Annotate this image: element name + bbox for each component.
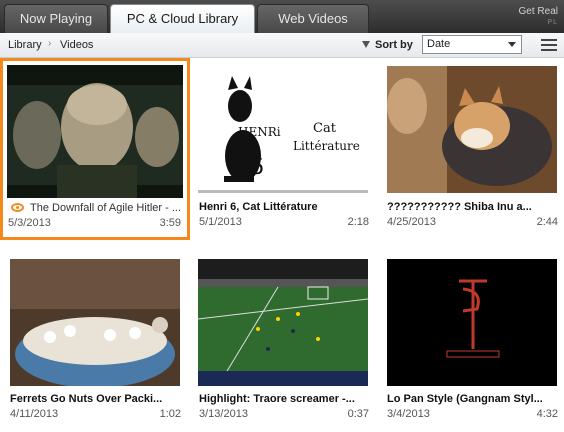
video-title: Henri 6, Cat Littérature: [199, 201, 318, 213]
thumb-text-6: 6: [250, 155, 264, 180]
chevron-down-icon: [508, 42, 516, 47]
sort-by-label: Sort by: [375, 39, 413, 51]
video-title: Lo Pan Style (Gangnam Styl...: [387, 393, 543, 405]
breadcrumb-videos[interactable]: Videos: [60, 39, 93, 51]
video-thumbnail: [10, 259, 180, 386]
video-item[interactable]: HENRi 6 Cat Littérature Henri 6, Cat Lit…: [196, 64, 371, 234]
video-duration: 2:18: [347, 216, 369, 228]
library-toolbar: Library › Videos Sort by Date: [0, 33, 564, 58]
video-date: 4/11/2013: [10, 408, 59, 420]
video-date: 5/3/2013: [8, 217, 51, 229]
video-item[interactable]: Lo Pan Style (Gangnam Styl... 3/4/2013 4…: [385, 257, 560, 427]
video-title: ??????????? Shiba Inu a...: [387, 201, 532, 213]
video-title: Highlight: Traore screamer -...: [199, 393, 355, 405]
video-title: Ferrets Go Nuts Over Packi...: [10, 393, 163, 405]
video-duration: 2:44: [536, 216, 558, 228]
get-real-sub: PL: [547, 19, 558, 26]
get-realplayer-link[interactable]: Get Real PL: [519, 6, 558, 28]
filter-dropdown-icon[interactable]: [362, 41, 370, 48]
video-date: 3/13/2013: [199, 408, 248, 420]
video-item[interactable]: The Downfall of Agile Hitler - ... 5/3/2…: [0, 58, 190, 240]
video-item[interactable]: Ferrets Go Nuts Over Packi... 4/11/2013 …: [8, 257, 183, 427]
thumb-text-henri: HENRi: [238, 125, 281, 139]
watched-eye-icon: [11, 203, 24, 212]
video-date: 4/25/2013: [387, 216, 436, 228]
video-thumbnail: [7, 65, 183, 198]
sort-select[interactable]: Date: [422, 35, 522, 54]
video-thumbnail: [198, 259, 368, 386]
thumb-text-litterature: Littérature: [293, 139, 360, 153]
video-date: 3/4/2013: [387, 408, 430, 420]
main-tab-bar: Now Playing PC & Cloud Library Web Video…: [0, 0, 564, 33]
get-real-text: Get Real: [518, 6, 558, 17]
video-date: 5/1/2013: [199, 216, 242, 228]
video-item[interactable]: Highlight: Traore screamer -... 3/13/201…: [196, 257, 371, 427]
video-title: The Downfall of Agile Hitler - ...: [30, 202, 182, 214]
video-thumbnail: [387, 66, 557, 193]
video-thumbnail: [387, 259, 557, 386]
video-duration: 1:02: [159, 408, 181, 420]
video-duration: 4:32: [536, 408, 558, 420]
video-duration: 0:37: [347, 408, 369, 420]
breadcrumb-library[interactable]: Library: [8, 39, 42, 51]
breadcrumb-chevron-icon: ›: [48, 38, 52, 49]
tab-now-playing[interactable]: Now Playing: [4, 4, 108, 33]
list-view-icon[interactable]: [541, 39, 557, 51]
sort-select-value: Date: [427, 38, 451, 50]
tab-web-videos[interactable]: Web Videos: [257, 4, 369, 33]
video-duration: 3:59: [159, 217, 181, 229]
video-thumbnail: HENRi 6 Cat Littérature: [198, 66, 368, 193]
video-item[interactable]: ??????????? Shiba Inu a... 4/25/2013 2:4…: [385, 64, 560, 234]
tab-pc-cloud-library[interactable]: PC & Cloud Library: [110, 4, 255, 33]
thumb-text-cat: Cat: [313, 121, 337, 136]
